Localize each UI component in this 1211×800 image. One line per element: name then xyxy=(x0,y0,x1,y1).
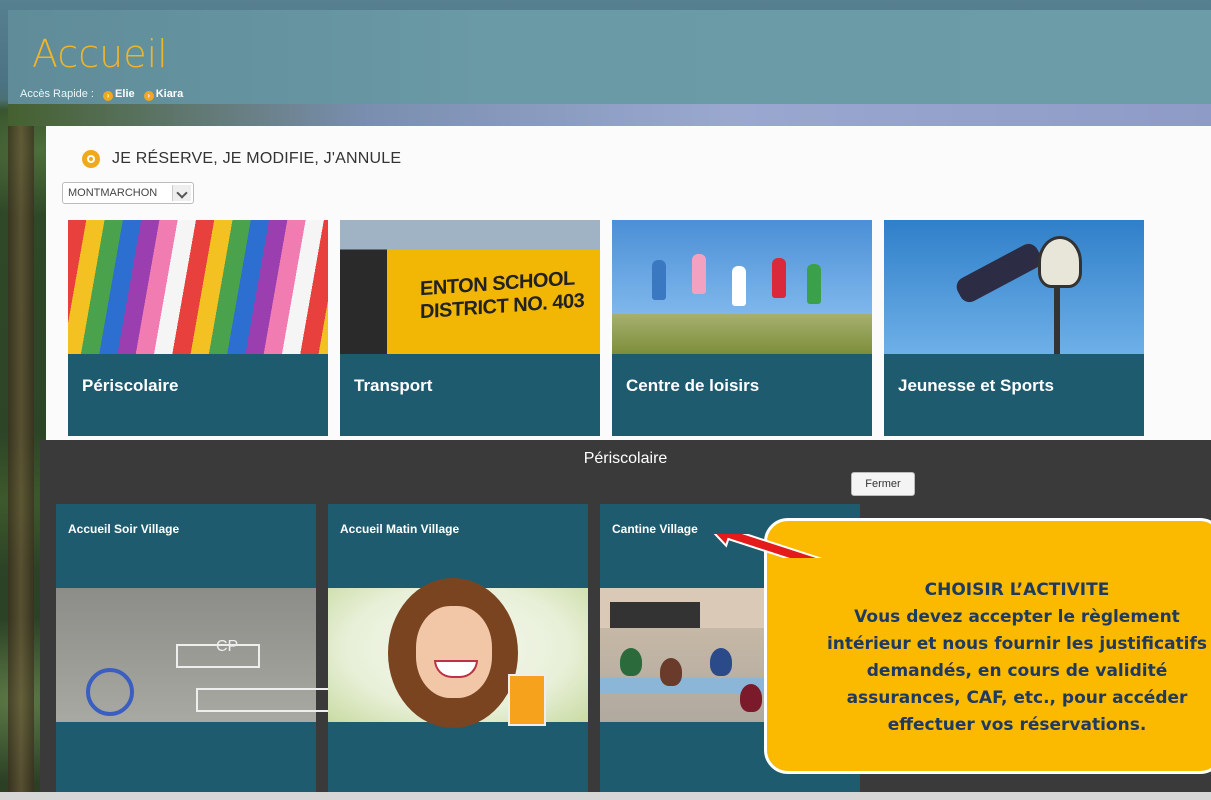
pencils-image xyxy=(68,220,328,354)
kid-figure xyxy=(772,258,786,298)
tricycle-wheel xyxy=(86,668,134,716)
activity-card-accueil-soir[interactable]: Accueil Soir Village CP xyxy=(56,504,330,800)
category-card-centre-de-loisirs[interactable]: Centre de loisirs xyxy=(612,220,872,436)
quick-access-child-elie[interactable]: › Elie xyxy=(103,88,135,101)
hopscotch-line xyxy=(196,688,330,712)
canteen-board xyxy=(610,602,700,628)
category-card-periscolaire[interactable]: Périscolaire xyxy=(68,220,328,436)
location-select-value: MONTMARCHON xyxy=(68,187,158,199)
category-label: Périscolaire xyxy=(82,376,179,395)
kid-figure xyxy=(807,264,821,304)
arrow-circle-icon: › xyxy=(103,91,114,101)
target-icon xyxy=(82,150,100,168)
kid-figure xyxy=(652,260,666,300)
red-arrow-icon xyxy=(706,534,826,558)
child-figure xyxy=(620,648,642,676)
callout-line: intérieur et nous fournir les justificat… xyxy=(826,634,1208,654)
child-figure xyxy=(740,684,762,712)
kid-figure xyxy=(732,266,746,306)
callout-line: demandés, en cours de validité xyxy=(866,661,1168,681)
child-figure xyxy=(660,658,682,686)
bus-text: ENTON SCHOOL DISTRICT NO. 403 xyxy=(420,267,585,324)
reservation-panel: JE RÉSERVE, JE MODIFIE, J'ANNULE MONTMAR… xyxy=(46,126,1211,444)
section-title: JE RÉSERVE, JE MODIFIE, J'ANNULE xyxy=(112,150,402,167)
girl-face xyxy=(416,606,492,698)
location-select[interactable]: MONTMARCHON xyxy=(62,182,194,204)
activity-name: Cantine Village xyxy=(612,522,698,536)
background-tree xyxy=(8,100,34,800)
quick-access: Accès Rapide : › Elie › Kiara xyxy=(20,88,183,101)
header-banner-strip xyxy=(8,104,1211,126)
school-bus-image: ENTON SCHOOL DISTRICT NO. 403 xyxy=(340,220,600,354)
quick-access-child-kiara[interactable]: › Kiara xyxy=(143,88,183,101)
category-label: Centre de loisirs xyxy=(626,376,760,395)
callout-text: CHOISIR L’ACTIVITE Vous devez accepter l… xyxy=(797,577,1211,739)
activity-card-accueil-matin[interactable]: Accueil Matin Village xyxy=(328,504,588,800)
juice-glass xyxy=(508,674,546,726)
callout-heading: CHOISIR L’ACTIVITE xyxy=(924,580,1110,600)
callout-line: effectuer vos réservations. xyxy=(887,715,1147,735)
overlay-title: Périscolaire xyxy=(583,450,668,467)
street-lamp xyxy=(1038,236,1082,354)
page-header: Accueil Accès Rapide : › Elie › Kiara xyxy=(8,10,1211,104)
kid-figure xyxy=(692,254,706,294)
arrow-circle-icon: › xyxy=(143,91,154,101)
player-figure xyxy=(953,240,1045,306)
soccer-player-image xyxy=(884,220,1144,354)
chevron-down-icon[interactable] xyxy=(172,185,191,201)
bottom-scrollbar[interactable] xyxy=(0,792,1211,800)
category-cards: Périscolaire ENTON SCHOOL DISTRICT NO. 4… xyxy=(68,220,1144,436)
callout-line: Vous devez accepter le règlement xyxy=(854,607,1180,627)
category-label: Jeunesse et Sports xyxy=(898,376,1054,395)
callout-line: assurances, CAF, etc., pour accéder xyxy=(846,688,1188,708)
child-figure xyxy=(710,648,732,676)
activity-name: Accueil Matin Village xyxy=(340,522,460,536)
category-card-transport[interactable]: ENTON SCHOOL DISTRICT NO. 403 Transport xyxy=(340,220,600,436)
page-title: Accueil xyxy=(32,32,168,76)
instruction-callout: CHOISIR L’ACTIVITE Vous devez accepter l… xyxy=(764,518,1211,774)
jumping-kids-image xyxy=(612,220,872,354)
smiling-girl-image xyxy=(328,578,588,728)
quick-access-label: Accès Rapide : xyxy=(20,88,94,100)
close-button[interactable]: Fermer xyxy=(851,472,915,496)
activity-name: Accueil Soir Village xyxy=(68,522,180,536)
category-label: Transport xyxy=(354,376,433,395)
playground-image: CP xyxy=(56,588,330,722)
category-card-jeunesse-et-sports[interactable]: Jeunesse et Sports xyxy=(884,220,1144,436)
section-heading: JE RÉSERVE, JE MODIFIE, J'ANNULE xyxy=(82,150,401,168)
hopscotch-text: CP xyxy=(216,638,239,655)
